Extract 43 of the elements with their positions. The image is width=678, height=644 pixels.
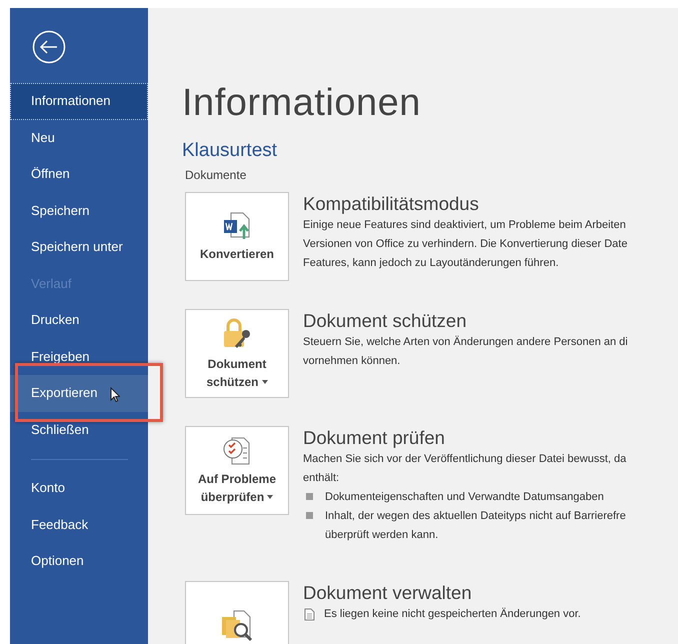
section-title: Dokument schützen [303, 309, 468, 333]
bullet-text: Inhalt, der wegen des aktuellen Dateityps nicht auf Barrierefre [325, 509, 626, 524]
action-button[interactable]: Auf Probleme überprüfen [185, 426, 289, 515]
section-description: Steuern Sie, welche Arten von Änderungen andere Personen an di [303, 334, 628, 350]
bullet-square-icon [306, 493, 313, 500]
sidebar-item[interactable]: Exportieren [10, 375, 148, 412]
section-title: Kompatibilitätsmodus [303, 192, 480, 216]
section-description: enthält: [303, 471, 340, 486]
sidebar-item[interactable]: Schließen [10, 412, 148, 448]
checklist-icon [222, 436, 252, 466]
sidebar-item[interactable]: Speichern unter [10, 229, 148, 266]
word-document-icon [222, 210, 252, 240]
document-icon [304, 608, 315, 621]
sidebar-item[interactable]: Drucken [10, 302, 148, 338]
sidebar-item[interactable]: Konto [10, 470, 148, 506]
section-title: Dokument verwalten [303, 581, 473, 605]
caret-icon [267, 494, 274, 498]
caret-icon [262, 380, 268, 384]
sidebar-item[interactable]: Feedback [10, 506, 148, 543]
sidebar-item[interactable]: Speichern [10, 192, 148, 229]
section-description: Versionen von Office zu verhindern. Die Konvertierung dieser Date [303, 237, 628, 252]
sidebar-item[interactable]: Öffnen [10, 156, 148, 192]
sidebar-item[interactable]: Optionen [10, 543, 148, 580]
bullet-text: überprüft werden kann. [325, 528, 440, 543]
section-description: Machen Sie sich vor der Veröffentlichung dieser Datei bewusst, da [303, 452, 626, 467]
action-button[interactable]: Konvertieren [185, 192, 289, 281]
section-description: vornehmen können. [303, 354, 402, 369]
document-name: Klausurtest [182, 140, 278, 162]
section-description: Einige neue Features sind deaktiviert, um Probleme beim Arbeiten [303, 218, 627, 233]
sidebar-item[interactable]: Neu [10, 120, 148, 156]
section-title: Dokument prüfen [303, 426, 446, 450]
sidebar-item[interactable]: Informationen [10, 83, 148, 120]
bullet-text: Dokumenteigenschaften und Verwandte Datumsangaben [325, 490, 604, 505]
sidebar-item[interactable]: Freigeben [10, 338, 148, 375]
documents-search-icon [220, 608, 254, 642]
section-description: Features, kann jedoch zu Layoutänderungen führen. [303, 256, 560, 271]
document-location: Dokumente [185, 168, 248, 182]
page-title: Informationen [182, 81, 422, 126]
mouse-cursor-icon [110, 387, 120, 402]
action-button[interactable]: Dokument schützen [185, 309, 289, 398]
bullet-text: Es liegen keine nicht gespeicherten Änderungen vor. [324, 606, 581, 622]
manage-button[interactable] [185, 581, 289, 644]
bullet-square-icon [306, 512, 313, 519]
